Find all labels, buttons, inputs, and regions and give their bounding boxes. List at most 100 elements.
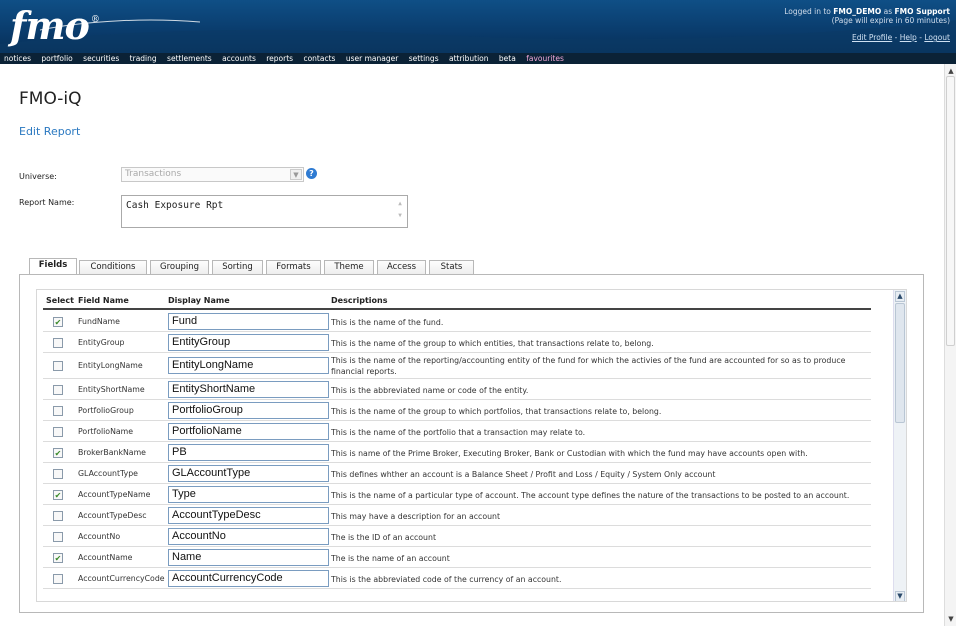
display-name-input[interactable]: Fund [168, 313, 329, 330]
display-name-input[interactable]: AccountTypeDesc [168, 507, 329, 524]
help-icon[interactable]: ? [306, 168, 317, 179]
select-checkbox-checked[interactable]: ✔ [53, 448, 63, 458]
nav-accounts[interactable]: accounts [222, 54, 256, 63]
chevron-down-icon[interactable]: ▼ [290, 169, 302, 180]
field-description: This defines whther an account is a Bala… [331, 470, 716, 479]
select-checkbox[interactable] [53, 361, 63, 371]
nav-trading[interactable]: trading [130, 54, 157, 63]
field-description: This is the abbreviated name or code of … [331, 386, 529, 395]
field-description: This is the name of the fund. [331, 318, 444, 327]
scroll-thumb[interactable] [895, 303, 905, 423]
scroll-up-icon[interactable]: ▲ [895, 291, 905, 302]
display-name-input[interactable]: Name [168, 549, 329, 566]
select-checkbox[interactable] [53, 385, 63, 395]
tab-access[interactable]: Access [377, 260, 426, 274]
table-row: ✔ AccountTypeName Type This is the name of … [43, 484, 871, 505]
table-row: EntityShortName EntityShortName This is th… [43, 379, 871, 400]
select-checkbox[interactable] [53, 532, 63, 542]
fields-grid: Select Field Name Display Name Descripti… [36, 289, 907, 602]
field-name: BrokerBankName [78, 448, 146, 457]
display-name-input[interactable]: Type [168, 486, 329, 503]
field-name: AccountNo [78, 532, 121, 541]
field-description: This is name of the Prime Broker, Execut… [331, 449, 808, 458]
table-row: EntityLongName EntityLongName This is the … [43, 353, 871, 379]
table-row: ✔ AccountName Name The is the name of an ac… [43, 547, 871, 568]
nav-attribution[interactable]: attribution [449, 54, 489, 63]
report-name-input[interactable]: Cash Exposure Rpt ▲ ▼ [121, 195, 408, 228]
nav-favourites[interactable]: favourites [526, 54, 564, 63]
field-description: This is the name of the group to which p… [331, 407, 662, 416]
table-row: ✔ BrokerBankName PB This is name of the Pri… [43, 442, 871, 463]
field-description: This is the name of the group to which e… [331, 339, 654, 348]
field-name: EntityShortName [78, 385, 145, 394]
col-select: Select [46, 296, 74, 305]
nav-portfolio[interactable]: portfolio [41, 54, 72, 63]
select-checkbox[interactable] [53, 511, 63, 521]
display-name-input[interactable]: PortfolioName [168, 423, 329, 440]
display-name-input[interactable]: EntityGroup [168, 334, 329, 351]
nav-settings[interactable]: settings [409, 54, 439, 63]
universe-label: Universe: [19, 172, 57, 181]
universe-select[interactable]: Transactions ▼ [121, 167, 304, 182]
grid-scrollbar[interactable]: ▲ ▼ [893, 290, 906, 601]
logout-link[interactable]: Logout [924, 33, 950, 42]
select-checkbox[interactable] [53, 574, 63, 584]
field-description: The is the ID of an account [331, 533, 436, 542]
display-name-input[interactable]: PB [168, 444, 329, 461]
tab-grouping[interactable]: Grouping [150, 260, 209, 274]
field-name: EntityLongName [78, 361, 143, 370]
select-checkbox-checked[interactable]: ✔ [53, 317, 63, 327]
nav-securities[interactable]: securities [83, 54, 119, 63]
display-name-input[interactable]: EntityShortName [168, 381, 329, 398]
select-checkbox-checked[interactable]: ✔ [53, 490, 63, 500]
tab-formats[interactable]: Formats [266, 260, 321, 274]
nav-reports[interactable]: reports [266, 54, 293, 63]
page-title: FMO-iQ [19, 89, 82, 109]
report-name-label: Report Name: [19, 198, 75, 207]
nav-beta[interactable]: beta [499, 54, 516, 63]
content-area: FMO-iQ Edit Report Universe: Transaction… [0, 64, 944, 626]
login-info: Logged in to FMO_DEMO as FMO Support (Pa… [784, 7, 950, 42]
table-row: GLAccountType GLAccountType This defines w… [43, 463, 871, 484]
field-description: This is the name of the portfolio that a… [331, 428, 586, 437]
tab-conditions[interactable]: Conditions [79, 260, 147, 274]
universe-value: Transactions [125, 169, 182, 179]
field-description: This may have a description for an accou… [331, 512, 501, 521]
display-name-input[interactable]: AccountNo [168, 528, 329, 545]
col-display-name: Display Name [168, 296, 230, 305]
page-scroll-up-icon[interactable]: ▲ [946, 66, 956, 76]
nav-settlements[interactable]: settlements [167, 54, 212, 63]
fmo-logo[interactable]: fmo ® [10, 6, 100, 46]
select-checkbox[interactable] [53, 406, 63, 416]
textarea-scroll-icon[interactable]: ▲ ▼ [395, 198, 405, 225]
scroll-down-icon[interactable]: ▼ [895, 591, 905, 601]
page-scroll-thumb[interactable] [946, 76, 955, 346]
edit-profile-link[interactable]: Edit Profile [852, 33, 892, 42]
table-row: AccountNo AccountNo The is the ID of an ac… [43, 526, 871, 547]
display-name-input[interactable]: GLAccountType [168, 465, 329, 482]
select-checkbox-checked[interactable]: ✔ [53, 553, 63, 563]
field-name: AccountTypeName [78, 490, 151, 499]
table-row: EntityGroup EntityGroup This is the name o… [43, 332, 871, 353]
select-checkbox[interactable] [53, 338, 63, 348]
fields-panel: Select Field Name Display Name Descripti… [19, 274, 924, 613]
tab-sorting[interactable]: Sorting [212, 260, 263, 274]
display-name-input[interactable]: PortfolioGroup [168, 402, 329, 419]
nav-contacts[interactable]: contacts [303, 54, 335, 63]
display-name-input[interactable]: EntityLongName [168, 357, 329, 374]
select-checkbox[interactable] [53, 427, 63, 437]
tab-fields[interactable]: Fields [29, 258, 77, 275]
field-description: This is the name of the reporting/accoun… [331, 356, 846, 376]
page-scrollbar[interactable]: ▲ ▼ [944, 64, 956, 626]
field-name: EntityGroup [78, 338, 125, 347]
select-checkbox[interactable] [53, 469, 63, 479]
tab-theme[interactable]: Theme [324, 260, 374, 274]
field-description: This is the abbreviated code of the curr… [331, 575, 562, 584]
nav-notices[interactable]: notices [4, 54, 31, 63]
page-scroll-down-icon[interactable]: ▼ [946, 614, 956, 624]
display-name-input[interactable]: AccountCurrencyCode [168, 570, 329, 587]
help-link[interactable]: Help [900, 33, 917, 42]
tab-stats[interactable]: Stats [429, 260, 474, 274]
nav-user-manager[interactable]: user manager [346, 54, 398, 63]
header-divider [43, 308, 871, 310]
